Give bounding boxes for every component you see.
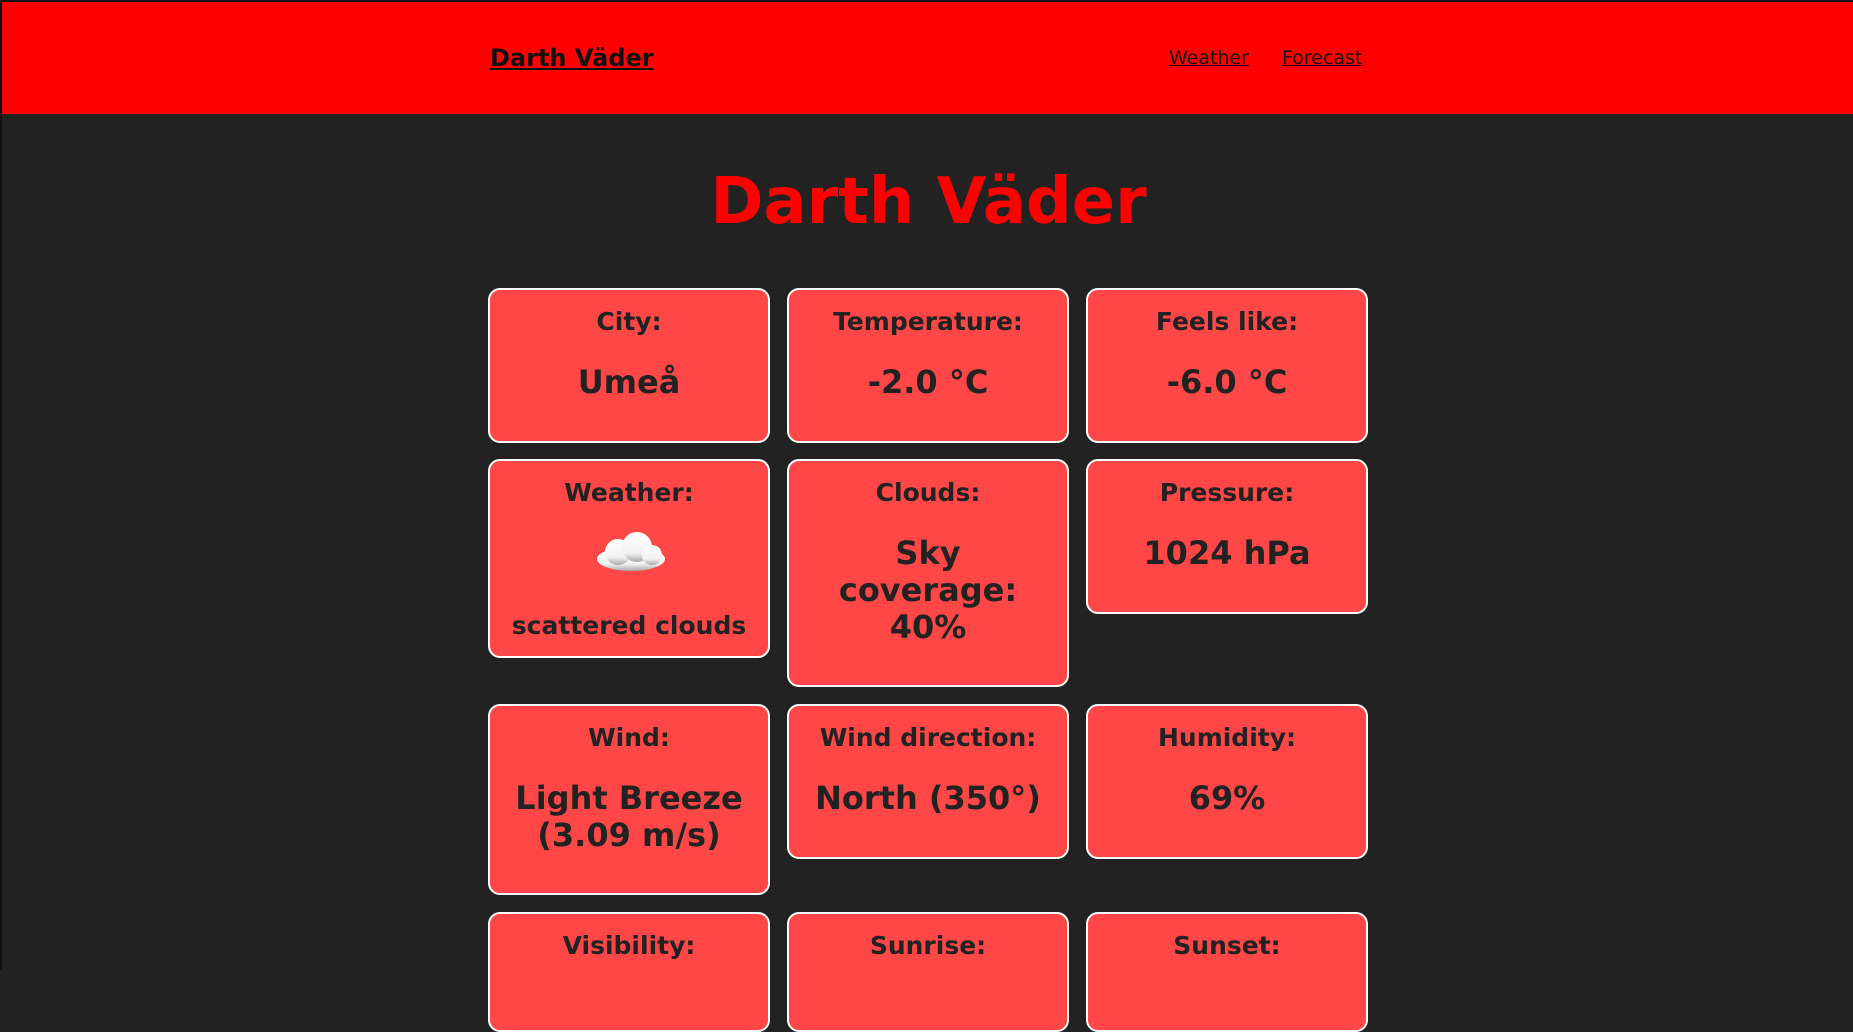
card-label: Wind direction: xyxy=(819,723,1037,752)
card-sunrise: Sunrise: xyxy=(787,912,1069,1032)
card-humidity: Humidity: 69% xyxy=(1086,704,1368,859)
weather-description: scattered clouds xyxy=(511,611,747,640)
card-label: City: xyxy=(596,307,662,336)
card-value: North (350°) xyxy=(815,779,1041,817)
card-weather: Weather: scattered clouds xyxy=(488,459,770,658)
card-value: -2.0 °C xyxy=(867,363,989,401)
cloud-icon xyxy=(490,523,768,578)
card-value: Umeå xyxy=(577,363,681,401)
card-label: Temperature: xyxy=(833,307,1023,336)
page-title: Darth Väder xyxy=(710,165,1147,239)
card-pressure: Pressure: 1024 hPa xyxy=(1086,459,1368,614)
card-label: Sunset: xyxy=(1173,931,1281,960)
card-clouds: Clouds: Sky coverage: 40% xyxy=(787,459,1069,687)
card-label: Sunrise: xyxy=(869,931,987,960)
card-label: Humidity: xyxy=(1157,723,1297,752)
card-sunset: Sunset: xyxy=(1086,912,1368,1032)
nav-links: Weather Forecast xyxy=(1169,47,1362,69)
card-value: Sky coverage: 40% xyxy=(838,534,1018,646)
card-label: Clouds: xyxy=(875,478,981,507)
card-label: Visibility: xyxy=(562,931,696,960)
card-visibility: Visibility: xyxy=(488,912,770,1032)
card-value: 1024 hPa xyxy=(1143,534,1311,572)
card-wind: Wind: Light Breeze (3.09 m/s) xyxy=(488,704,770,895)
nav-link-forecast[interactable]: Forecast xyxy=(1282,47,1362,69)
card-feels-like: Feels like: -6.0 °C xyxy=(1086,288,1368,443)
card-label: Wind: xyxy=(588,723,670,752)
brand-link[interactable]: Darth Väder xyxy=(490,44,654,72)
card-label: Pressure: xyxy=(1159,478,1295,507)
card-label: Feels like: xyxy=(1155,307,1299,336)
card-wind-direction: Wind direction: North (350°) xyxy=(787,704,1069,859)
card-value: -6.0 °C xyxy=(1166,363,1288,401)
card-temperature: Temperature: -2.0 °C xyxy=(787,288,1069,443)
card-value: Light Breeze (3.09 m/s) xyxy=(515,779,743,854)
card-label: Weather: xyxy=(564,478,694,507)
nav-link-weather[interactable]: Weather xyxy=(1169,47,1249,69)
navbar: Darth Väder Weather Forecast xyxy=(2,0,1853,114)
card-city: City: Umeå xyxy=(488,288,770,443)
card-value: 69% xyxy=(1188,779,1266,817)
